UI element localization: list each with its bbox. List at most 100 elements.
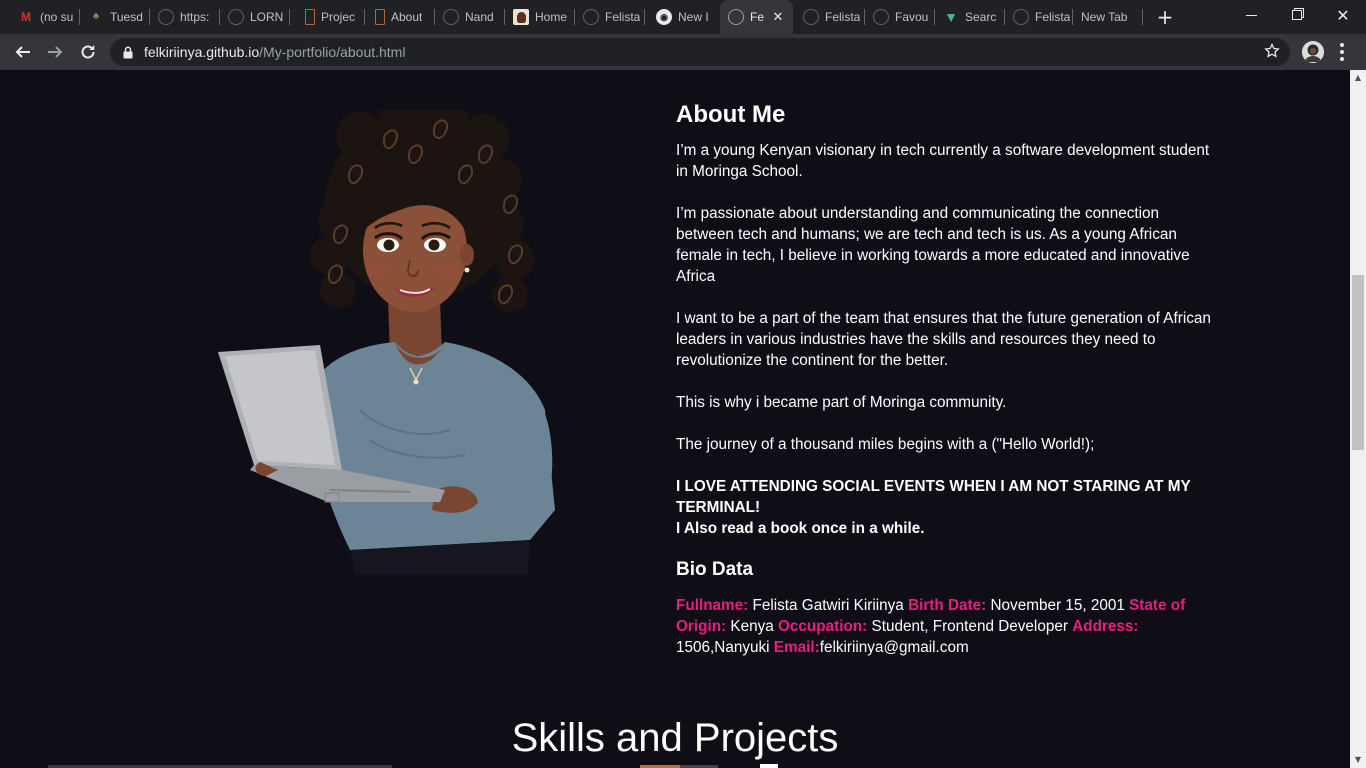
tab-label: (no su [40, 10, 74, 24]
page-scrollbar[interactable]: ▲ ▼ [1350, 70, 1366, 768]
tab-label: Felista [1035, 10, 1071, 24]
tab-strip: M (no su ♣ Tuesd https: LORN Projec Abou… [0, 0, 1366, 34]
restore-icon [1292, 10, 1302, 20]
url-path: /My-portfolio/about.html [259, 44, 406, 60]
close-window-button[interactable]: ✕ [1320, 0, 1366, 30]
about-section: About Me I’m a young Kenyan visionary in… [676, 100, 1216, 658]
tab-label: Home [535, 10, 568, 24]
about-paragraph-2: I’m passionate about understanding and c… [676, 205, 1190, 285]
tab-lorn[interactable]: LORN [220, 0, 290, 34]
tab-tuesday[interactable]: ♣ Tuesd [80, 0, 150, 34]
globe-icon [1013, 9, 1029, 25]
about-bold-line-2: I Also read a book once in a while. [676, 520, 925, 537]
tab-about[interactable]: About [365, 0, 435, 34]
gmail-icon: M [21, 10, 31, 24]
bio-email: felkiriinya@gmail.com [819, 639, 969, 656]
github-icon: ◉ [656, 9, 672, 25]
tab-active[interactable]: Fe ✕ [720, 0, 793, 34]
tab-home[interactable]: Home [505, 0, 575, 34]
bio-email-label: Email: [773, 639, 820, 656]
tab-label: Felista [605, 10, 641, 24]
about-paragraph-4: This is why i became part of Moringa com… [676, 394, 1007, 411]
globe-icon [583, 9, 599, 25]
tab-new-tab[interactable]: New Tab [1073, 0, 1143, 34]
tab-label: New Tab [1081, 10, 1128, 24]
about-heading: About Me [676, 101, 786, 128]
about-paragraph-3: I want to be a part of the team that ens… [676, 310, 1211, 369]
tab-label: Favou [895, 10, 929, 24]
tab-label: Searc [965, 10, 997, 24]
tab-label: Projec [321, 10, 356, 24]
bio-occupation: Student, Frontend Developer [867, 618, 1073, 635]
bio-data: Fullname: Felista Gatwiri Kiriinya Birth… [676, 595, 1211, 658]
bio-address: 1506,Nanyuki [676, 639, 774, 656]
project-card-edge [760, 764, 778, 768]
close-icon: ✕ [1336, 5, 1350, 25]
tab-label: About [391, 10, 423, 24]
globe-icon [158, 9, 174, 25]
restore-button[interactable] [1274, 0, 1320, 30]
bio-occupation-label: Occupation: [778, 618, 868, 635]
portrait-icon [513, 9, 529, 25]
tab-https[interactable]: https: [150, 0, 220, 34]
bio-birth: November 15, 2001 [986, 597, 1130, 614]
minimize-icon [1245, 14, 1257, 16]
url-host: felkiriinya.github.io [144, 44, 260, 60]
minimize-button[interactable] [1228, 0, 1274, 30]
globe-icon [228, 9, 244, 25]
tab-favourite[interactable]: Favou [865, 0, 935, 34]
bio-fullname: Felista Gatwiri Kiriinya [748, 597, 909, 614]
address-bar[interactable]: felkiriinya.github.io/My-portfolio/about… [110, 38, 1290, 66]
tab-label: Felista [825, 10, 861, 24]
bookmark-star-icon[interactable] [1262, 41, 1282, 61]
skills-heading: Skills and Projects [511, 716, 839, 760]
tree-icon: ♣ [92, 11, 100, 22]
reload-button[interactable] [73, 37, 103, 67]
tab-nand[interactable]: Nand [435, 0, 505, 34]
forward-arrow-icon [48, 46, 63, 58]
tab-new-issue[interactable]: ◉ New I [648, 0, 718, 34]
profile-avatar[interactable] [1302, 41, 1324, 63]
tab-felista-3[interactable]: Felista [1005, 0, 1073, 34]
globe-icon [803, 9, 819, 25]
bio-origin: Kenya [726, 618, 779, 635]
forward-button[interactable] [40, 37, 70, 67]
back-arrow-icon [15, 46, 30, 58]
document-icon [375, 9, 385, 25]
reload-icon [81, 45, 95, 59]
about-paragraph-5: The journey of a thousand miles begins w… [676, 436, 1095, 453]
globe-icon [873, 9, 889, 25]
scroll-up-arrow-icon[interactable]: ▲ [1350, 72, 1366, 84]
tab-label: LORN [250, 10, 284, 24]
tab-search[interactable]: ▼ Searc [935, 0, 1005, 34]
profile-illustration [218, 110, 555, 574]
lock-icon [122, 45, 134, 59]
bio-address-label: Address: [1072, 618, 1139, 635]
globe-icon [728, 9, 744, 25]
bio-fullname-label: Fullname: [676, 597, 749, 614]
bio-heading: Bio Data [676, 559, 754, 580]
about-paragraph-1: I’m a young Kenyan visionary in tech cur… [676, 142, 1210, 180]
close-tab-icon[interactable]: ✕ [771, 10, 785, 24]
scroll-down-arrow-icon[interactable]: ▼ [1350, 754, 1366, 766]
tab-label: https: [180, 10, 210, 24]
browser-toolbar: felkiriinya.github.io/My-portfolio/about… [0, 34, 1366, 70]
scroll-thumb[interactable] [1352, 275, 1364, 450]
tab-felista-1[interactable]: Felista [575, 0, 645, 34]
tab-label: Fe [750, 10, 765, 24]
document-icon [305, 9, 315, 25]
tab-gmail[interactable]: M (no su [10, 0, 80, 34]
page-content: About Me I’m a young Kenyan visionary in… [0, 70, 1350, 768]
back-button[interactable] [8, 37, 38, 67]
globe-icon [443, 9, 459, 25]
new-tab-button[interactable]: + [1154, 6, 1176, 28]
tab-label: Tuesd [110, 10, 143, 24]
bio-birth-label: Birth Date: [908, 597, 987, 614]
tab-felista-2[interactable]: Felista [795, 0, 865, 34]
tab-label: Nand [465, 10, 494, 24]
vue-icon: ▼ [944, 9, 958, 25]
menu-kebab-icon[interactable] [1335, 41, 1349, 63]
about-bold-line-1: I LOVE ATTENDING SOCIAL EVENTS WHEN I AM… [676, 478, 1191, 516]
tab-projects[interactable]: Projec [295, 0, 365, 34]
tab-label: New I [678, 10, 709, 24]
